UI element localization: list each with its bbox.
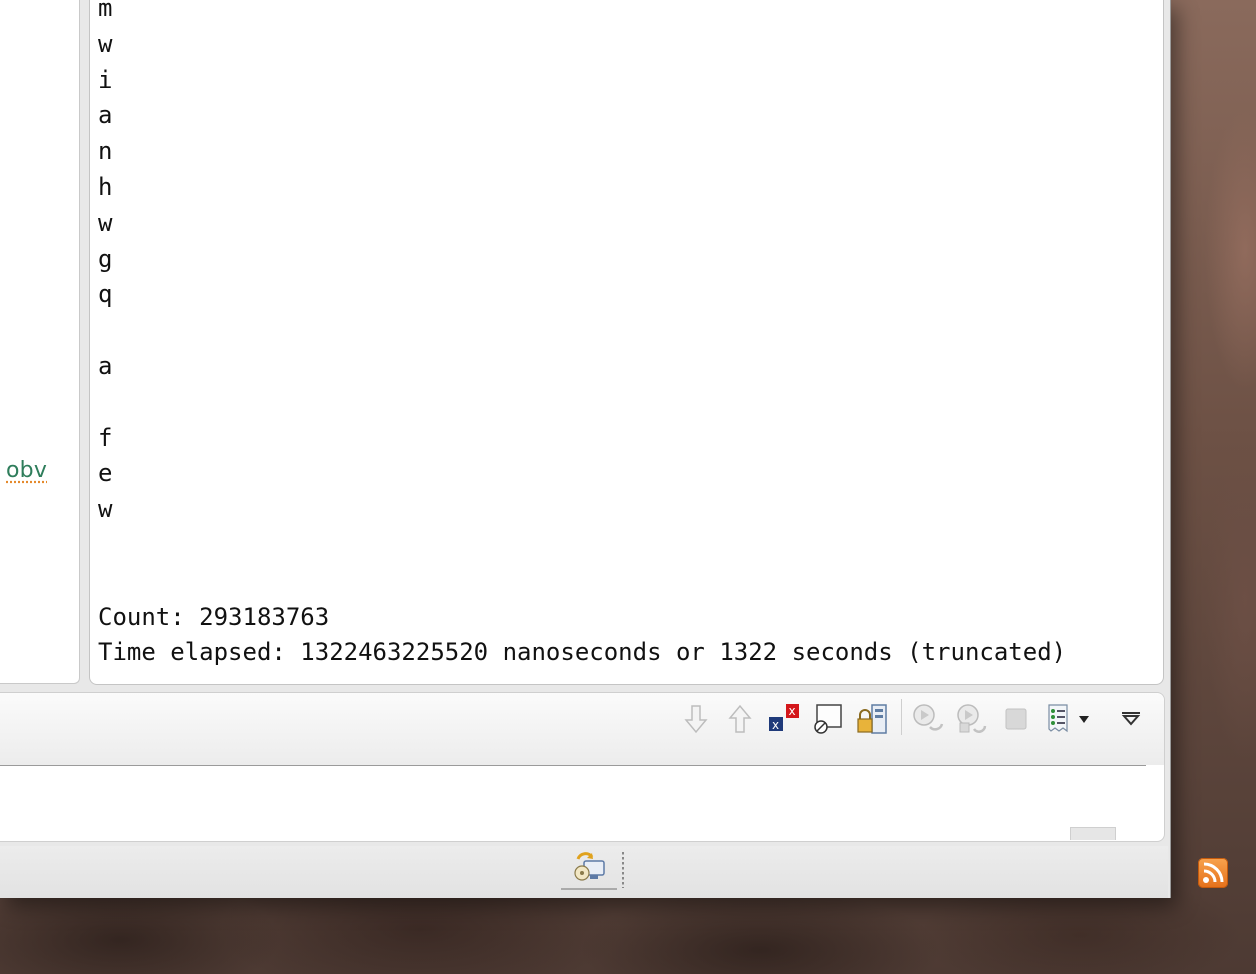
editor-code-snippet: obv: [6, 458, 48, 483]
editor-panel[interactable]: obv: [0, 0, 80, 684]
dropdown-arrow-icon[interactable]: [1074, 703, 1094, 735]
console-line: n: [98, 137, 113, 166]
console-line: i: [98, 65, 113, 94]
time-elapsed-line: Time elapsed: 1322463225520 nanoseconds …: [98, 638, 1067, 667]
count-line: Count: 293183763: [98, 602, 330, 631]
scroll-up-icon[interactable]: [724, 703, 756, 735]
remote-system-icon[interactable]: [561, 846, 617, 890]
panel-scrollbar[interactable]: [1070, 827, 1116, 840]
console-line: h: [98, 172, 113, 201]
console-line: e: [98, 459, 113, 488]
terminate-relaunch-icon[interactable]: [912, 703, 944, 735]
console-line: q: [98, 280, 113, 309]
toolbar-divider: [901, 699, 902, 735]
svg-text:x: x: [772, 718, 779, 732]
rss-feed-icon[interactable]: [1198, 858, 1228, 888]
display-selected-console-icon[interactable]: [1044, 703, 1076, 735]
pin-console-icon[interactable]: [856, 703, 888, 735]
clear-console-icon[interactable]: [812, 703, 844, 735]
console-line: w: [98, 495, 113, 524]
scroll-down-icon[interactable]: [680, 703, 712, 735]
terminate-icon[interactable]: [1000, 703, 1032, 735]
console-line: w: [98, 208, 113, 237]
status-bar-grip[interactable]: [622, 852, 624, 888]
svg-text:x: x: [789, 704, 796, 718]
console-line: g: [98, 244, 113, 273]
ide-window: obv m w i a n h w g q a f e w Count: 293…: [0, 0, 1171, 898]
bottom-view-panel: x x: [0, 692, 1165, 842]
remove-launch-icon[interactable]: [956, 703, 988, 735]
panel-separator: [0, 765, 1146, 766]
console-toolbar: x x: [0, 693, 1164, 765]
view-menu-icon[interactable]: [1116, 703, 1146, 735]
console-line: w: [98, 29, 113, 58]
console-output-panel[interactable]: m w i a n h w g q a f e w Count: 2931837…: [89, 0, 1164, 685]
status-bar: [0, 846, 1168, 898]
console-output-text: m w i a n h w g q a f e w Count: 2931837…: [98, 0, 1066, 671]
console-line: a: [98, 101, 113, 130]
console-line: a: [98, 351, 113, 380]
remove-all-terminated-icon[interactable]: x x: [768, 703, 800, 735]
console-line: f: [98, 423, 113, 452]
console-line: m: [98, 0, 113, 22]
